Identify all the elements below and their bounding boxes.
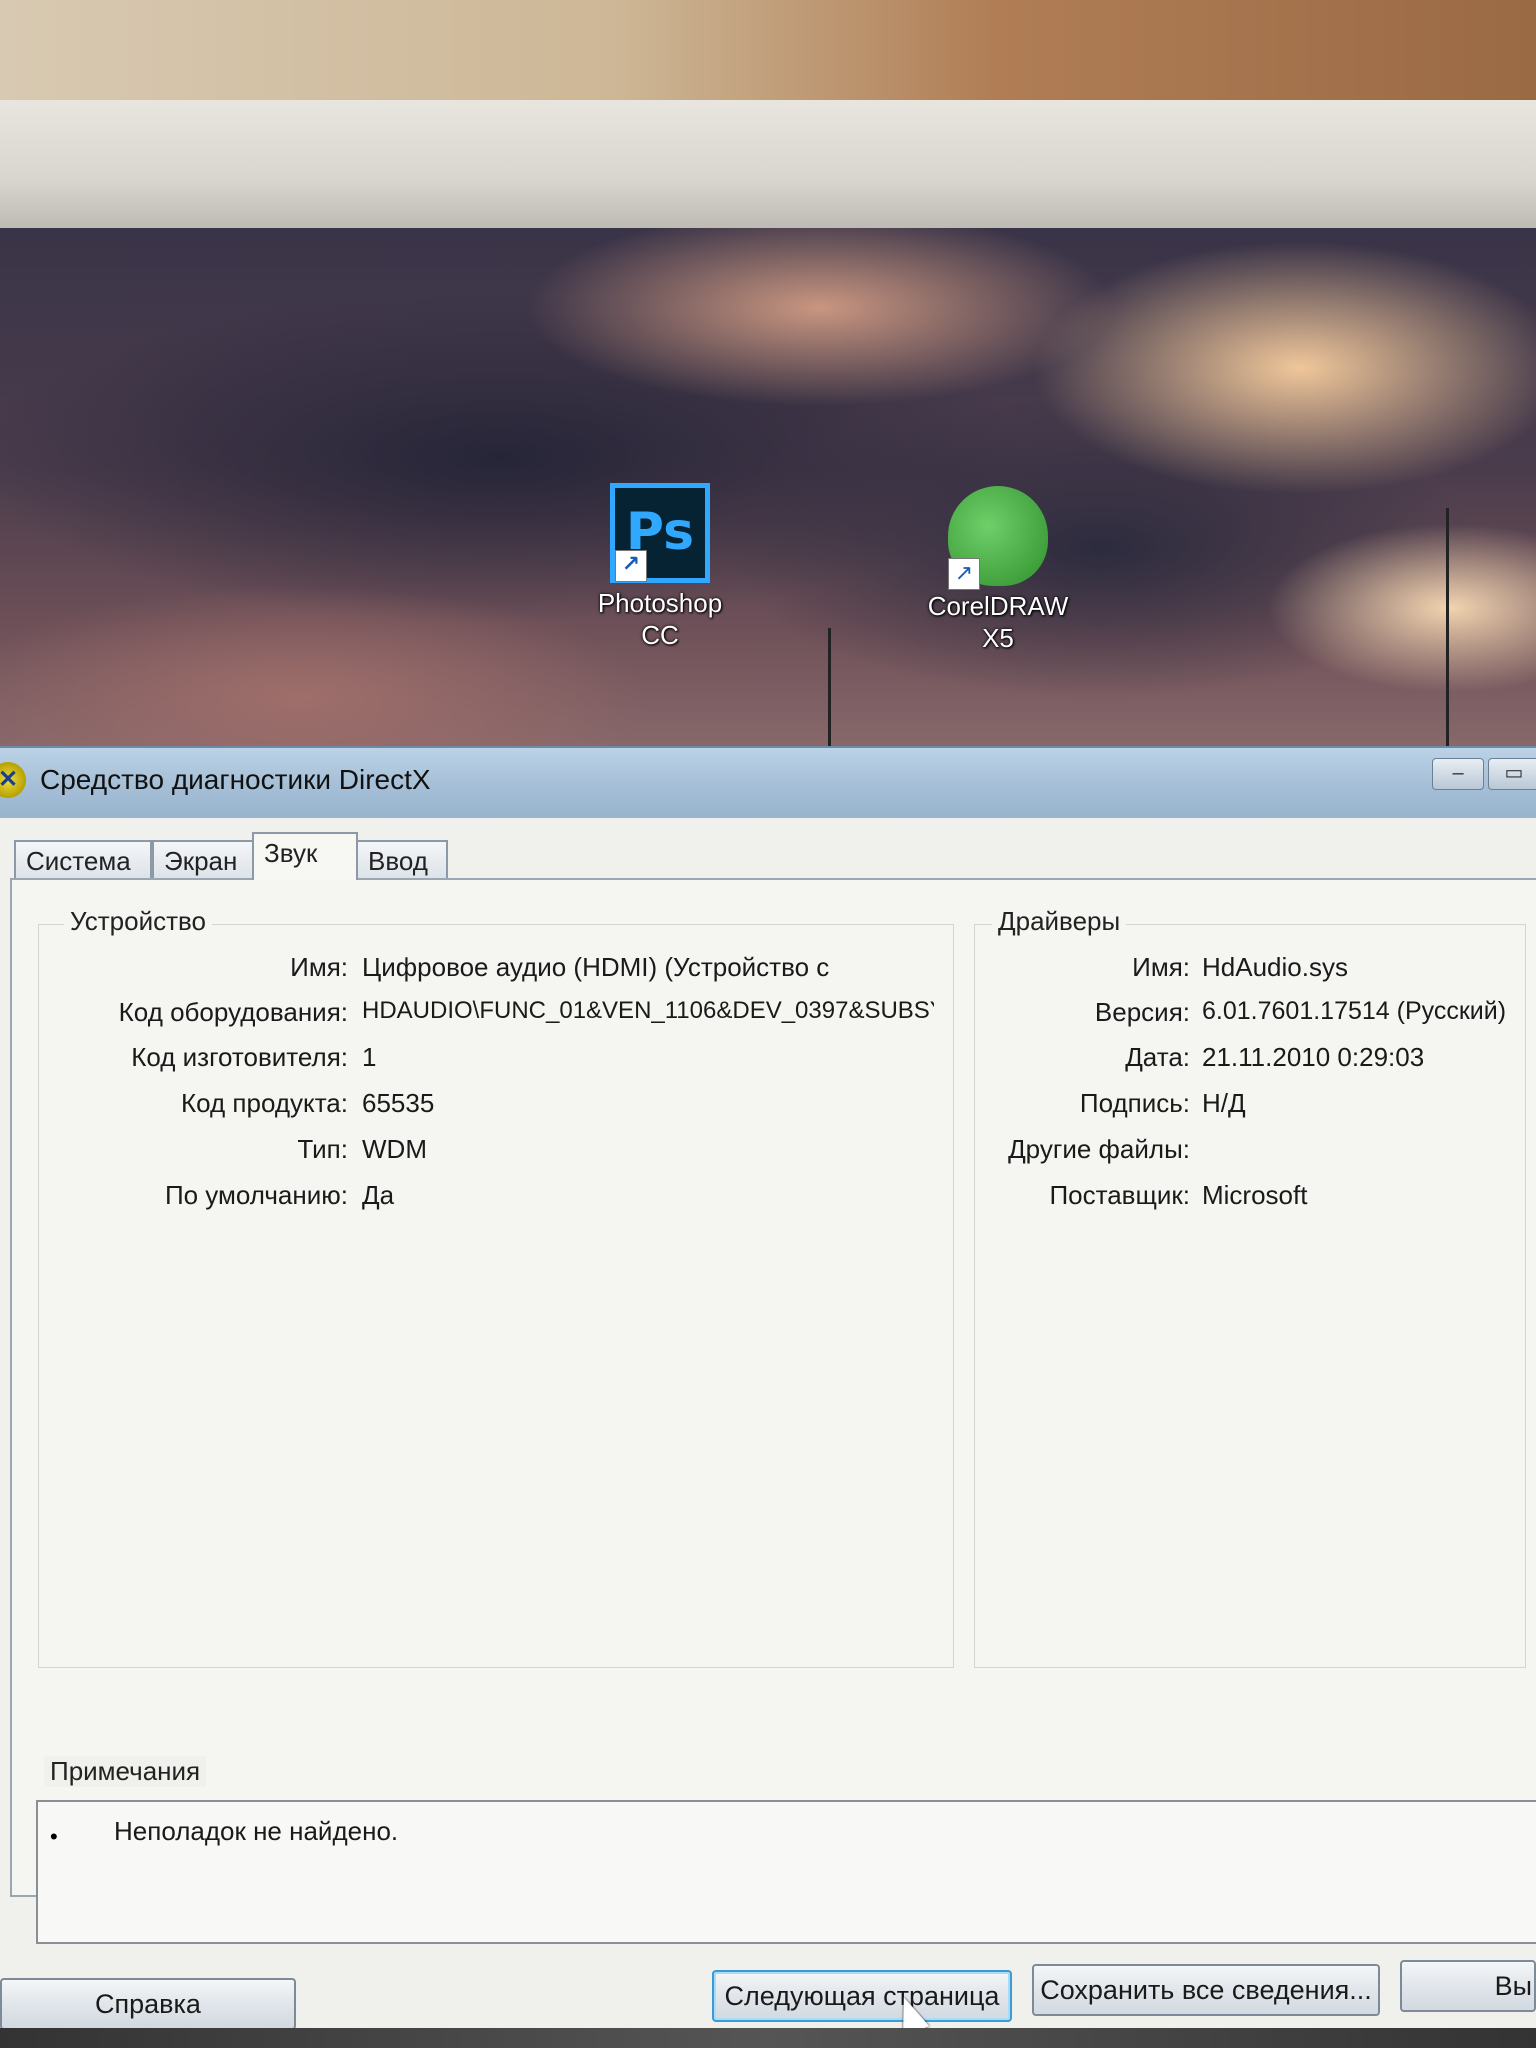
coreldraw-icon: ↗: [948, 486, 1048, 590]
photoshop-icon: Ps ↗: [610, 483, 710, 583]
field-value: 65535: [362, 1088, 435, 1118]
field-label: По умолчанию:: [164, 1180, 348, 1210]
save-all-info-button[interactable]: Сохранить все сведения...: [1032, 1964, 1380, 2016]
device-row-type: Тип: WDM: [12, 1134, 952, 1168]
device-groupbox: [38, 924, 954, 1668]
field-value: Н/Д: [1202, 1088, 1246, 1118]
device-row-manufacturer-id: Код изготовителя: 1: [12, 1042, 952, 1076]
desktop-icon-label: Photoshop: [597, 588, 723, 618]
exit-button[interactable]: Вы: [1400, 1960, 1536, 2012]
tab-input[interactable]: Ввод: [356, 840, 448, 878]
field-value: Цифровое аудио (HDMI) (Устройство с: [362, 952, 830, 982]
tab-display[interactable]: Экран: [152, 840, 254, 878]
field-label: Другие файлы:: [1008, 1134, 1190, 1164]
background-wall: [0, 0, 1536, 110]
device-row-default: По умолчанию: Да: [12, 1180, 952, 1214]
tab-sound[interactable]: Звук: [252, 832, 358, 880]
field-label: Имя:: [290, 952, 348, 982]
notes-textbox[interactable]: • Неполадок не найдено.: [36, 1800, 1536, 1944]
device-row-hardware-id: Код оборудования: HDAUDIO\FUNC_01&VEN_11…: [12, 997, 952, 1031]
next-page-button[interactable]: Следующая страница: [712, 1970, 1012, 2022]
driver-row-name: Имя: HdAudio.sys: [974, 952, 1534, 986]
field-label: Поставщик:: [1049, 1180, 1190, 1210]
field-value: Microsoft: [1202, 1180, 1308, 1210]
desktop-icon-label: CorelDRAW: [927, 591, 1069, 621]
help-button[interactable]: Справка: [0, 1978, 296, 2030]
drivers-groupbox: [974, 924, 1526, 1668]
title-bar[interactable]: ✕ Средство диагностики DirectX – ▭: [0, 746, 1536, 818]
driver-row-other-files: Другие файлы:: [974, 1134, 1534, 1168]
desktop-wallpaper: Ps ↗ Photoshop CC ↗ CorelDRAW X5: [0, 228, 1536, 758]
desktop-icon-label: CC: [641, 620, 679, 650]
window-title: Средство диагностики DirectX: [40, 764, 431, 795]
desktop-icon-label: X5: [982, 623, 1014, 653]
field-label: Тип:: [297, 1134, 348, 1164]
monitor-bottom-edge: [0, 2028, 1536, 2048]
note-item: Неполадок не найдено.: [114, 1816, 399, 1846]
desktop-icon-coreldraw[interactable]: ↗ CorelDRAW X5: [918, 486, 1078, 654]
device-group-label: Устройство: [64, 906, 213, 937]
notes-label: Примечания: [44, 1756, 207, 1787]
tab-system[interactable]: Система: [14, 840, 152, 878]
driver-row-provider: Поставщик: Microsoft: [974, 1180, 1534, 1214]
directx-diagnostic-window: ✕ Средство диагностики DirectX – ▭ Систе…: [0, 746, 1536, 2048]
field-value: 6.01.7601.17514 (Русский): [1202, 997, 1507, 1025]
field-value: 21.11.2010 0:29:03: [1202, 1042, 1425, 1072]
wallpaper-antenna: [828, 628, 831, 758]
field-value: WDM: [362, 1134, 427, 1164]
field-label: Подпись:: [1079, 1088, 1190, 1118]
field-value: Да: [362, 1180, 395, 1210]
monitor-screen: Ps ↗ Photoshop CC ↗ CorelDRAW X5 ✕ Средс…: [0, 228, 1536, 2048]
wallpaper-antenna: [1446, 508, 1449, 758]
device-row-name: Имя: Цифровое аудио (HDMI) (Устройство с: [12, 952, 952, 986]
field-label: Имя:: [1132, 952, 1190, 982]
desktop-icon-photoshop[interactable]: Ps ↗ Photoshop CC: [580, 483, 740, 651]
field-value: HDAUDIO\FUNC_01&VEN_1106&DEV_0397&SUBSY: [362, 997, 934, 1024]
drivers-group-label: Драйверы: [992, 906, 1127, 937]
monitor-bezel: [0, 100, 1536, 230]
driver-row-version: Версия: 6.01.7601.17514 (Русский): [974, 997, 1534, 1031]
directx-icon: ✕: [0, 762, 26, 798]
field-label: Версия:: [1094, 997, 1190, 1027]
window-client-area: Система Экран Звук Ввод Устройство Имя: …: [0, 818, 1536, 2048]
field-value: 1: [362, 1042, 377, 1072]
field-label: Код изготовителя:: [131, 1042, 348, 1072]
shortcut-arrow-icon: ↗: [948, 558, 980, 590]
driver-row-signature: Подпись: Н/Д: [974, 1088, 1534, 1122]
field-label: Дата:: [1125, 1042, 1190, 1072]
bullet-icon: •: [50, 1824, 58, 1849]
field-label: Код продукта:: [181, 1088, 348, 1118]
field-value: HdAudio.sys: [1202, 952, 1348, 982]
minimize-button[interactable]: –: [1432, 758, 1484, 790]
driver-row-date: Дата: 21.11.2010 0:29:03: [974, 1042, 1534, 1076]
field-label: Код оборудования:: [118, 997, 348, 1027]
shortcut-arrow-icon: ↗: [615, 550, 647, 582]
device-row-product-id: Код продукта: 65535: [12, 1088, 952, 1122]
maximize-button[interactable]: ▭: [1488, 758, 1536, 790]
sound-tab-panel: Устройство Имя: Цифровое аудио (HDMI) (У…: [10, 878, 1536, 1897]
